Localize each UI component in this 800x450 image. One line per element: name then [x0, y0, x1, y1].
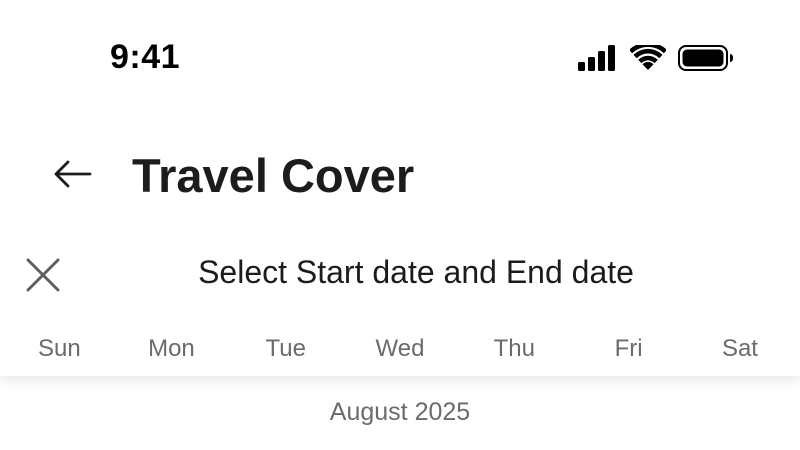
weekday-mon: Mon: [148, 335, 195, 362]
weekday-wed: Wed: [375, 335, 425, 362]
weekday-thu: Thu: [493, 335, 535, 362]
month-label: August 2025: [329, 398, 471, 426]
battery-icon: [678, 45, 734, 71]
weekday-tue: Tue: [265, 335, 306, 362]
page-title: Travel Cover: [132, 149, 415, 202]
status-bar: 9:41: [0, 0, 800, 120]
calendar-month-section: August 2025: [0, 376, 800, 450]
app-screen: 9:41 Travel Cover Select Start date and …: [0, 0, 800, 450]
weekday-fri: Fri: [614, 335, 643, 362]
status-icons: [578, 45, 734, 71]
status-time: 9:41: [110, 38, 181, 76]
weekday-sun: Sun: [38, 335, 81, 362]
date-picker-title: Select Start date and End date: [198, 254, 634, 290]
arrow-left-icon: [52, 159, 92, 194]
back-button[interactable]: [48, 154, 96, 198]
weekday-header-row: Sun Mon Tue Wed Thu Fri Sat: [0, 322, 800, 376]
cellular-signal-icon: [578, 45, 618, 71]
weekday-sat: Sat: [721, 335, 758, 362]
date-picker-header: Select Start date and End date: [0, 244, 800, 304]
app-header: Travel Cover: [0, 140, 800, 212]
wifi-icon: [630, 45, 666, 71]
